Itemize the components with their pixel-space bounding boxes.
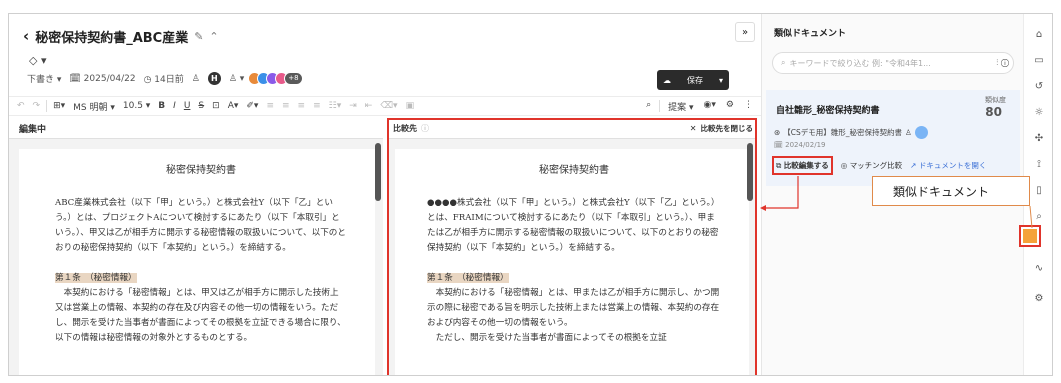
left-document[interactable]: 秘密保持契約書 ABC産業株式会社（以下「甲」という。）と株式会社Y（以下「乙」…: [19, 149, 375, 375]
target-icon: ◎: [840, 161, 848, 170]
undo-icon[interactable]: ↶: [13, 101, 29, 111]
suggest-dropdown[interactable]: 提案 ▾: [664, 100, 697, 113]
similar-doc-card[interactable]: 自社雛形_秘密保持契約書 類似度 80 ⊛ 【CSデモ用】雛形_秘密保持契約書 ♙ …: [766, 90, 1020, 186]
back-icon[interactable]: ‹: [23, 27, 29, 45]
edit-icon[interactable]: ✎: [194, 30, 203, 43]
document-heading: 秘密保持契約書: [166, 165, 236, 176]
activity-icon[interactable]: ∿: [1031, 260, 1047, 276]
annotation-callout: 類似ドキュメント: [872, 176, 1030, 206]
open-document-link[interactable]: ↗ ドキュメントを開く: [910, 160, 986, 171]
italic-button[interactable]: I: [169, 101, 180, 111]
document-title[interactable]: 秘密保持契約書_ABC産業: [35, 27, 188, 46]
cloud-icon: ☁: [663, 75, 671, 85]
similar-docs-icon: [1023, 229, 1037, 243]
template-icon: ⊛: [774, 128, 781, 137]
article-heading: 第１条 （秘密情報）: [55, 273, 137, 283]
list-icon[interactable]: ☷▾: [325, 101, 346, 111]
settings-icon[interactable]: ⚙: [722, 100, 738, 113]
created-date: 🗓 2025/04/22: [69, 73, 136, 84]
puzzle-icon[interactable]: ✣: [1031, 130, 1047, 146]
panel-title: 類似ドキュメント: [774, 29, 847, 39]
pen-icon[interactable]: ✐▾: [242, 101, 262, 111]
chevron-up-icon[interactable]: ⌃: [209, 30, 218, 43]
member-avatars[interactable]: +8: [248, 72, 303, 85]
doc-date: 🗓 2024/02/19: [774, 141, 826, 149]
font-family-select[interactable]: MS 明朝 ▾: [69, 100, 119, 113]
more-icon[interactable]: ⋮: [740, 100, 757, 113]
compare-edit-button[interactable]: ⧉ 比較編集する: [772, 156, 833, 175]
editor-toolbar: ↶ ↷ ⊞▾ MS 明朝 ▾ 10.5 ▾ B I U S ⊡ A▾ ✐▾ ≡ …: [9, 96, 761, 116]
similarity-score: 80: [985, 105, 1002, 119]
owner-icon: ♙: [191, 73, 200, 84]
doc-meta: 【CSデモ用】雛形_秘密保持契約書: [783, 128, 903, 137]
tag-selector[interactable]: ◇ ▾: [29, 54, 46, 67]
editor-area: ‹ 秘密保持契約書_ABC産業 ✎ ⌃ ◇ ▾ 下書き ▾ 🗓 2025/04/…: [9, 14, 761, 375]
underline-button[interactable]: U: [180, 101, 195, 111]
search-icon[interactable]: ⌕: [1031, 208, 1047, 224]
sun-icon[interactable]: ☼: [1031, 104, 1047, 120]
redo-icon[interactable]: ↷: [29, 101, 45, 111]
left-pane: 秘密保持契約書 ABC産業株式会社（以下「甲」という。）と株式会社Y（以下「乙」…: [9, 138, 383, 375]
meta-row: 下書き ▾ 🗓 2025/04/22 ◷ 14日前 ♙ H ♙ ▾ +8: [27, 72, 303, 85]
external-link-icon: ↗: [910, 161, 917, 170]
similar-docs-rail-button[interactable]: [1019, 225, 1041, 247]
outdent-icon[interactable]: ⇤: [361, 101, 377, 111]
left-pane-label: 編集中: [19, 124, 47, 135]
home-icon[interactable]: ⌂: [1031, 26, 1047, 42]
scrollbar[interactable]: [375, 143, 381, 201]
comment-icon[interactable]: ▭: [1031, 52, 1047, 68]
save-button[interactable]: ☁ 保存 ▾: [657, 70, 729, 90]
compare-icon: ⧉: [776, 161, 782, 170]
strike-button[interactable]: S: [194, 101, 208, 111]
highlight-box: [387, 118, 757, 375]
members-icon[interactable]: ♙ ▾: [229, 74, 244, 84]
align-left-icon[interactable]: ≡: [262, 101, 278, 111]
font-color-icon[interactable]: A▾: [224, 101, 243, 111]
search-icon: ⌕: [781, 58, 786, 67]
document-header: ‹ 秘密保持契約書_ABC産業 ✎ ⌃: [23, 26, 219, 46]
tag-icon[interactable]: ⟟: [1031, 156, 1047, 172]
indent-icon[interactable]: ⇥: [345, 101, 361, 111]
score-label: 類似度: [985, 96, 1006, 104]
matching-compare-button[interactable]: ◎ マッチング比較: [841, 160, 902, 171]
search-input[interactable]: ⌕ キーワードで絞り込む 例: "令和4年1... ⫶ ⓘ: [772, 52, 1014, 74]
bold-button[interactable]: B: [154, 101, 169, 111]
avatar: [914, 126, 928, 139]
settings-icon[interactable]: ⚙: [1031, 290, 1047, 306]
doc-name[interactable]: 自社雛形_秘密保持契約書: [776, 103, 880, 116]
chevron-down-icon[interactable]: ▾: [719, 76, 723, 85]
filter-icon[interactable]: ⫶ ⓘ: [996, 58, 1013, 68]
status-dropdown[interactable]: 下書き ▾: [27, 72, 61, 85]
more-members-badge: +8: [284, 72, 303, 85]
align-right-icon[interactable]: ≡: [294, 101, 310, 111]
paragraph: 本契約における「秘密情報」とは、甲又は乙が相手方に開示した技術上又は営業上の情報…: [55, 288, 346, 343]
updated-ago: ◷ 14日前: [143, 75, 184, 85]
clear-format-icon[interactable]: ⌫▾: [376, 101, 401, 111]
justify-icon[interactable]: ≡: [309, 101, 325, 111]
collapse-panel-button[interactable]: »: [735, 22, 755, 42]
view-icon[interactable]: ◉▾: [700, 100, 720, 113]
paragraph: ABC産業株式会社（以下「甲」という。）と株式会社Y（以下「乙」という。）とは、…: [55, 198, 346, 253]
table-icon[interactable]: ⊞▾: [49, 101, 69, 111]
align-center-icon[interactable]: ≡: [278, 101, 294, 111]
book-icon[interactable]: ▯: [1031, 182, 1047, 198]
history-icon[interactable]: ↺: [1031, 78, 1047, 94]
highlight-icon[interactable]: ⊡: [208, 101, 224, 111]
avatar[interactable]: H: [207, 72, 221, 85]
search-icon[interactable]: ⌕: [642, 100, 655, 113]
font-size-select[interactable]: 10.5 ▾: [119, 101, 154, 111]
image-icon[interactable]: ▣: [402, 101, 419, 111]
owner-icon: ♙: [905, 128, 912, 137]
